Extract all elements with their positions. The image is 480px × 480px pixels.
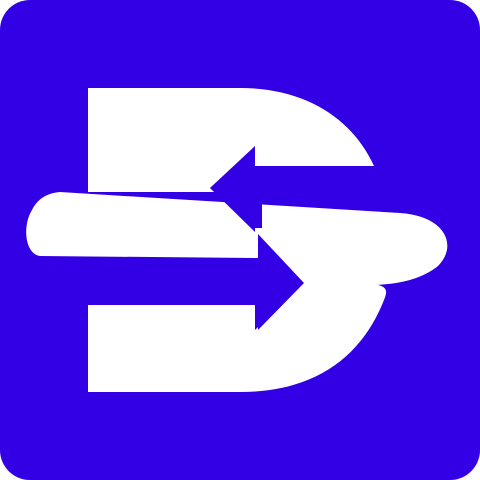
- app-icon: [0, 0, 480, 480]
- logo-svg: [0, 0, 480, 480]
